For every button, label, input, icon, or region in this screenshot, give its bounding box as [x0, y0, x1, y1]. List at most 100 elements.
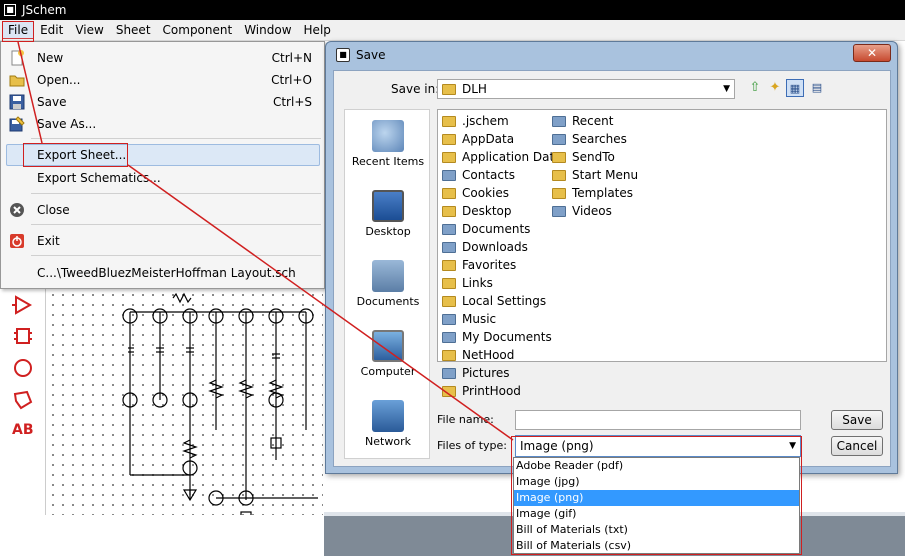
file-list-item[interactable]: .jschem	[442, 112, 509, 130]
file-list-item[interactable]: Local Settings	[442, 292, 546, 310]
menu-item-close[interactable]: Close	[1, 199, 324, 221]
save-button[interactable]: Save	[831, 410, 883, 430]
file-list-item[interactable]: NetHood	[442, 346, 514, 364]
file-list-item-label: NetHood	[462, 348, 515, 362]
file-list-item[interactable]: Cookies	[442, 184, 509, 202]
menu-item-open[interactable]: Open... Ctrl+O	[1, 69, 324, 91]
file-list-item[interactable]: Recent	[552, 112, 613, 130]
details-view-icon[interactable]: ▤	[808, 79, 826, 97]
file-list-item[interactable]: Links	[442, 274, 493, 292]
menu-separator	[31, 193, 321, 194]
menu-item-exit[interactable]: Exit	[1, 230, 324, 252]
file-list-item[interactable]: Start Menu	[552, 166, 638, 184]
folder-icon	[442, 205, 456, 217]
folder-icon	[442, 367, 456, 379]
menu-item-label: Open...	[37, 73, 81, 87]
computer-icon	[372, 330, 404, 362]
file-list-item[interactable]: Favorites	[442, 256, 516, 274]
menu-item-save[interactable]: Save Ctrl+S	[1, 91, 324, 113]
dialog-title: Save	[356, 48, 386, 62]
menu-item-shortcut: Ctrl+N	[271, 51, 312, 65]
menu-component[interactable]: Component	[157, 21, 239, 39]
folder-icon	[442, 259, 456, 271]
folder-icon	[442, 133, 456, 145]
file-list-item[interactable]: Music	[442, 310, 496, 328]
new-folder-icon[interactable]: ✦	[766, 79, 784, 97]
file-list-item[interactable]: Templates	[552, 184, 633, 202]
save-in-combo[interactable]: DLH ▼	[437, 79, 735, 99]
folder-icon	[552, 133, 566, 145]
menu-window[interactable]: Window	[238, 21, 297, 39]
file-list-item-label: Searches	[572, 132, 627, 146]
file-list[interactable]: .jschem AppData Application Data Contacts Co…	[437, 109, 887, 398]
file-name-input[interactable]	[515, 410, 801, 430]
file-list-item-label: Links	[462, 276, 493, 290]
folder-icon	[442, 151, 456, 163]
save-dialog: ■ Save ✕ Save in: DLH ▼ ⇧ ✦ ▦ ▤ Recent I…	[325, 41, 898, 474]
polygon-tool-icon[interactable]	[12, 389, 34, 411]
files-of-type-label: Files of type:	[437, 439, 508, 452]
file-list-item-label: Recent	[572, 114, 614, 128]
file-list-item[interactable]: Pictures	[442, 364, 510, 382]
file-list-item-label: Cookies	[462, 186, 509, 200]
file-list-item-label: Videos	[572, 204, 612, 218]
menu-edit[interactable]: Edit	[34, 21, 69, 39]
folder-icon	[552, 169, 566, 181]
menu-separator	[31, 138, 321, 139]
folder-icon	[442, 241, 456, 253]
file-list-item[interactable]: Searches	[552, 130, 627, 148]
dialog-titlebar: ■ Save	[336, 48, 385, 62]
place-documents[interactable]: Documents	[345, 260, 431, 308]
file-list-item-label: Music	[462, 312, 497, 326]
menu-item-recent-file[interactable]: C...\TweedBluezMeisterHoffman Layout.sch	[1, 262, 324, 284]
folder-icon	[442, 313, 456, 325]
file-list-item-label: Templates	[572, 186, 634, 200]
save-as-icon	[9, 116, 25, 132]
menu-item-save-as[interactable]: Save As...	[1, 113, 324, 135]
file-list-item-label: .jschem	[462, 114, 509, 128]
place-label: Desktop	[365, 225, 411, 238]
menu-item-new[interactable]: New Ctrl+N	[1, 47, 324, 69]
place-label: Network	[365, 435, 411, 448]
chip-tool-icon[interactable]	[12, 325, 34, 347]
file-list-item[interactable]: Application Data	[442, 148, 562, 166]
floppy-disk-icon	[9, 94, 25, 110]
place-desktop[interactable]: Desktop	[345, 190, 431, 238]
file-list-item-label: PrintHood	[462, 384, 521, 398]
place-recent-items[interactable]: Recent Items	[345, 120, 431, 168]
menu-view[interactable]: View	[69, 21, 109, 39]
file-list-item[interactable]: PrintHood	[442, 382, 521, 400]
text-tool-button[interactable]: AB	[12, 422, 34, 438]
file-list-item[interactable]: SendTo	[552, 148, 615, 166]
place-network[interactable]: Network	[345, 400, 431, 448]
circle-tool-icon[interactable]	[12, 357, 34, 379]
file-list-item[interactable]: Downloads	[442, 238, 528, 256]
file-list-item[interactable]: My Documents	[442, 328, 552, 346]
annotation-box-file-menu	[2, 21, 34, 42]
save-in-value: DLH	[462, 82, 487, 96]
file-list-item[interactable]: Videos	[552, 202, 612, 220]
file-list-item[interactable]: AppData	[442, 130, 514, 148]
file-list-item-label: Start Menu	[572, 168, 639, 182]
folder-icon	[552, 115, 566, 127]
menu-item-export-schematics[interactable]: Export Schematics...	[1, 167, 324, 189]
close-icon	[10, 203, 24, 217]
menubar: File Edit View Sheet Component Window He…	[0, 20, 905, 41]
schematic-canvas[interactable]	[48, 250, 323, 515]
file-list-item[interactable]: Contacts	[442, 166, 515, 184]
list-view-icon[interactable]: ▦	[786, 79, 804, 97]
place-label: Documents	[356, 295, 420, 308]
menu-sheet[interactable]: Sheet	[110, 21, 157, 39]
file-list-item[interactable]: Documents	[442, 220, 530, 238]
power-icon	[10, 234, 24, 248]
up-folder-icon[interactable]: ⇧	[746, 79, 764, 97]
folder-icon	[442, 187, 456, 199]
file-list-item[interactable]: Desktop	[442, 202, 512, 220]
network-icon	[372, 400, 404, 432]
menu-help[interactable]: Help	[298, 21, 337, 39]
triangle-tool-icon[interactable]	[12, 294, 34, 316]
file-name-label: File name:	[437, 413, 494, 426]
place-computer[interactable]: Computer	[345, 330, 431, 378]
dialog-close-button[interactable]: ✕	[853, 44, 891, 62]
cancel-button[interactable]: Cancel	[831, 436, 883, 456]
